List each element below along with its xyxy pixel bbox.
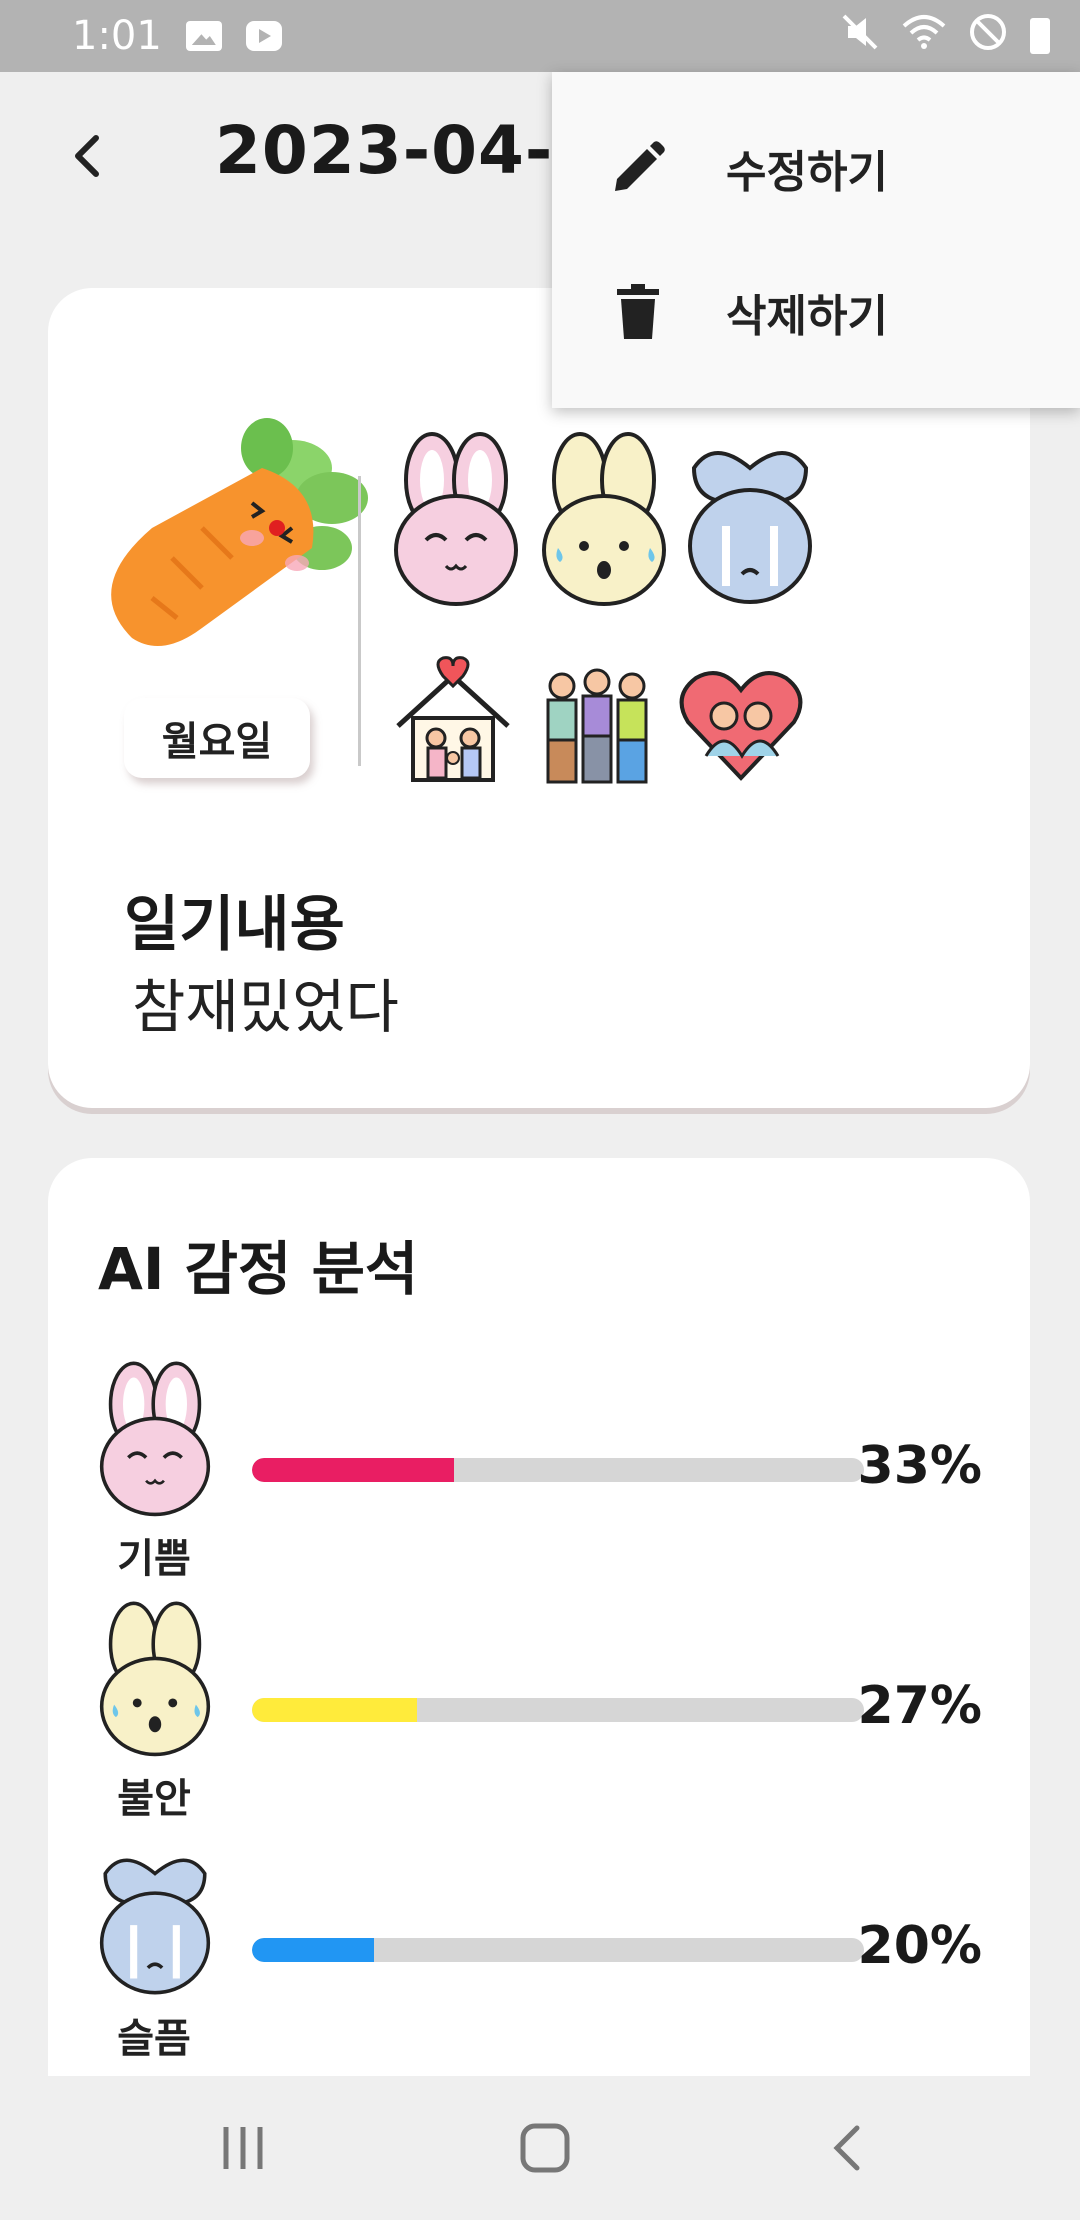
page-title: 2023-04- [215, 112, 554, 189]
sadness-bunny-icon [99, 1858, 211, 1995]
status-time: 1:01 [72, 13, 162, 59]
weekday-badge: 월요일 [124, 698, 310, 778]
emotion-row-sadness: 슬픔 20% [48, 1838, 1030, 2078]
recents-icon [223, 2127, 263, 2169]
image-notification-icon [185, 21, 222, 51]
emotion-progress-fill [252, 1458, 454, 1482]
status-bar: 1:01 [0, 0, 1080, 72]
emotion-progress-fill [252, 1938, 375, 1962]
joy-bunny-icon [99, 1361, 211, 1517]
joy-bunny-icon [394, 432, 518, 606]
anxiety-bunny-icon [542, 432, 666, 606]
edit-menu-item[interactable]: 수정하기 [552, 98, 1080, 238]
emotion-analysis-card: AI 감정 분석 기쁨 33% 불안 27% 슬픔 20% [48, 1158, 1030, 2158]
emotion-percent: 20% [857, 1916, 982, 1976]
chevron-left-icon [75, 135, 99, 177]
emotion-row-anxiety: 불안 27% [48, 1598, 1030, 1838]
emotion-progress-track [252, 1458, 864, 1482]
emotion-row-joy: 기쁨 33% [48, 1358, 1030, 1598]
anxiety-bunny-icon [99, 1601, 211, 1757]
family-home-icon [396, 656, 510, 782]
delete-menu-item[interactable]: 삭제하기 [552, 242, 1080, 382]
options-menu: 수정하기 삭제하기 [552, 72, 1080, 408]
emotion-label: 슬픔 [117, 2016, 191, 2062]
battery-icon [1030, 18, 1050, 54]
carrot-character-icon [111, 418, 368, 646]
analysis-title: AI 감정 분석 [98, 1235, 419, 1303]
wifi-icon [902, 12, 946, 61]
home-button[interactable] [510, 2118, 580, 2178]
emotion-label: 불안 [117, 1776, 191, 1822]
home-icon [520, 2123, 570, 2173]
emotion-progress-track [252, 1698, 864, 1722]
diary-content: 참재밌었다 [132, 973, 399, 1041]
back-button[interactable] [60, 120, 112, 192]
pencil-icon [608, 138, 668, 198]
back-nav-button[interactable] [812, 2118, 882, 2178]
diary-heading: 일기내용 [124, 890, 345, 960]
do-not-disturb-icon [968, 12, 1008, 61]
back-nav-icon [833, 2125, 860, 2171]
emotion-progress-fill [252, 1698, 418, 1722]
love-heart-icon [679, 671, 803, 781]
friends-group-icon [546, 668, 648, 784]
delete-label: 삭제하기 [726, 291, 888, 342]
mute-icon [840, 12, 880, 61]
emotion-percent: 27% [857, 1676, 982, 1736]
edit-label: 수정하기 [726, 147, 888, 198]
system-nav-bar [0, 2076, 1080, 2220]
emotion-label: 기쁨 [117, 1536, 191, 1582]
trash-icon [608, 282, 668, 342]
sadness-bunny-icon [688, 451, 812, 604]
diary-card: 월요일 일기내용 참재밌었다 [48, 288, 1030, 1108]
divider [358, 476, 361, 766]
emotion-percent: 33% [857, 1436, 982, 1496]
youtube-notification-icon [245, 21, 282, 51]
recents-button[interactable] [208, 2118, 278, 2178]
emotion-progress-track [252, 1938, 864, 1962]
